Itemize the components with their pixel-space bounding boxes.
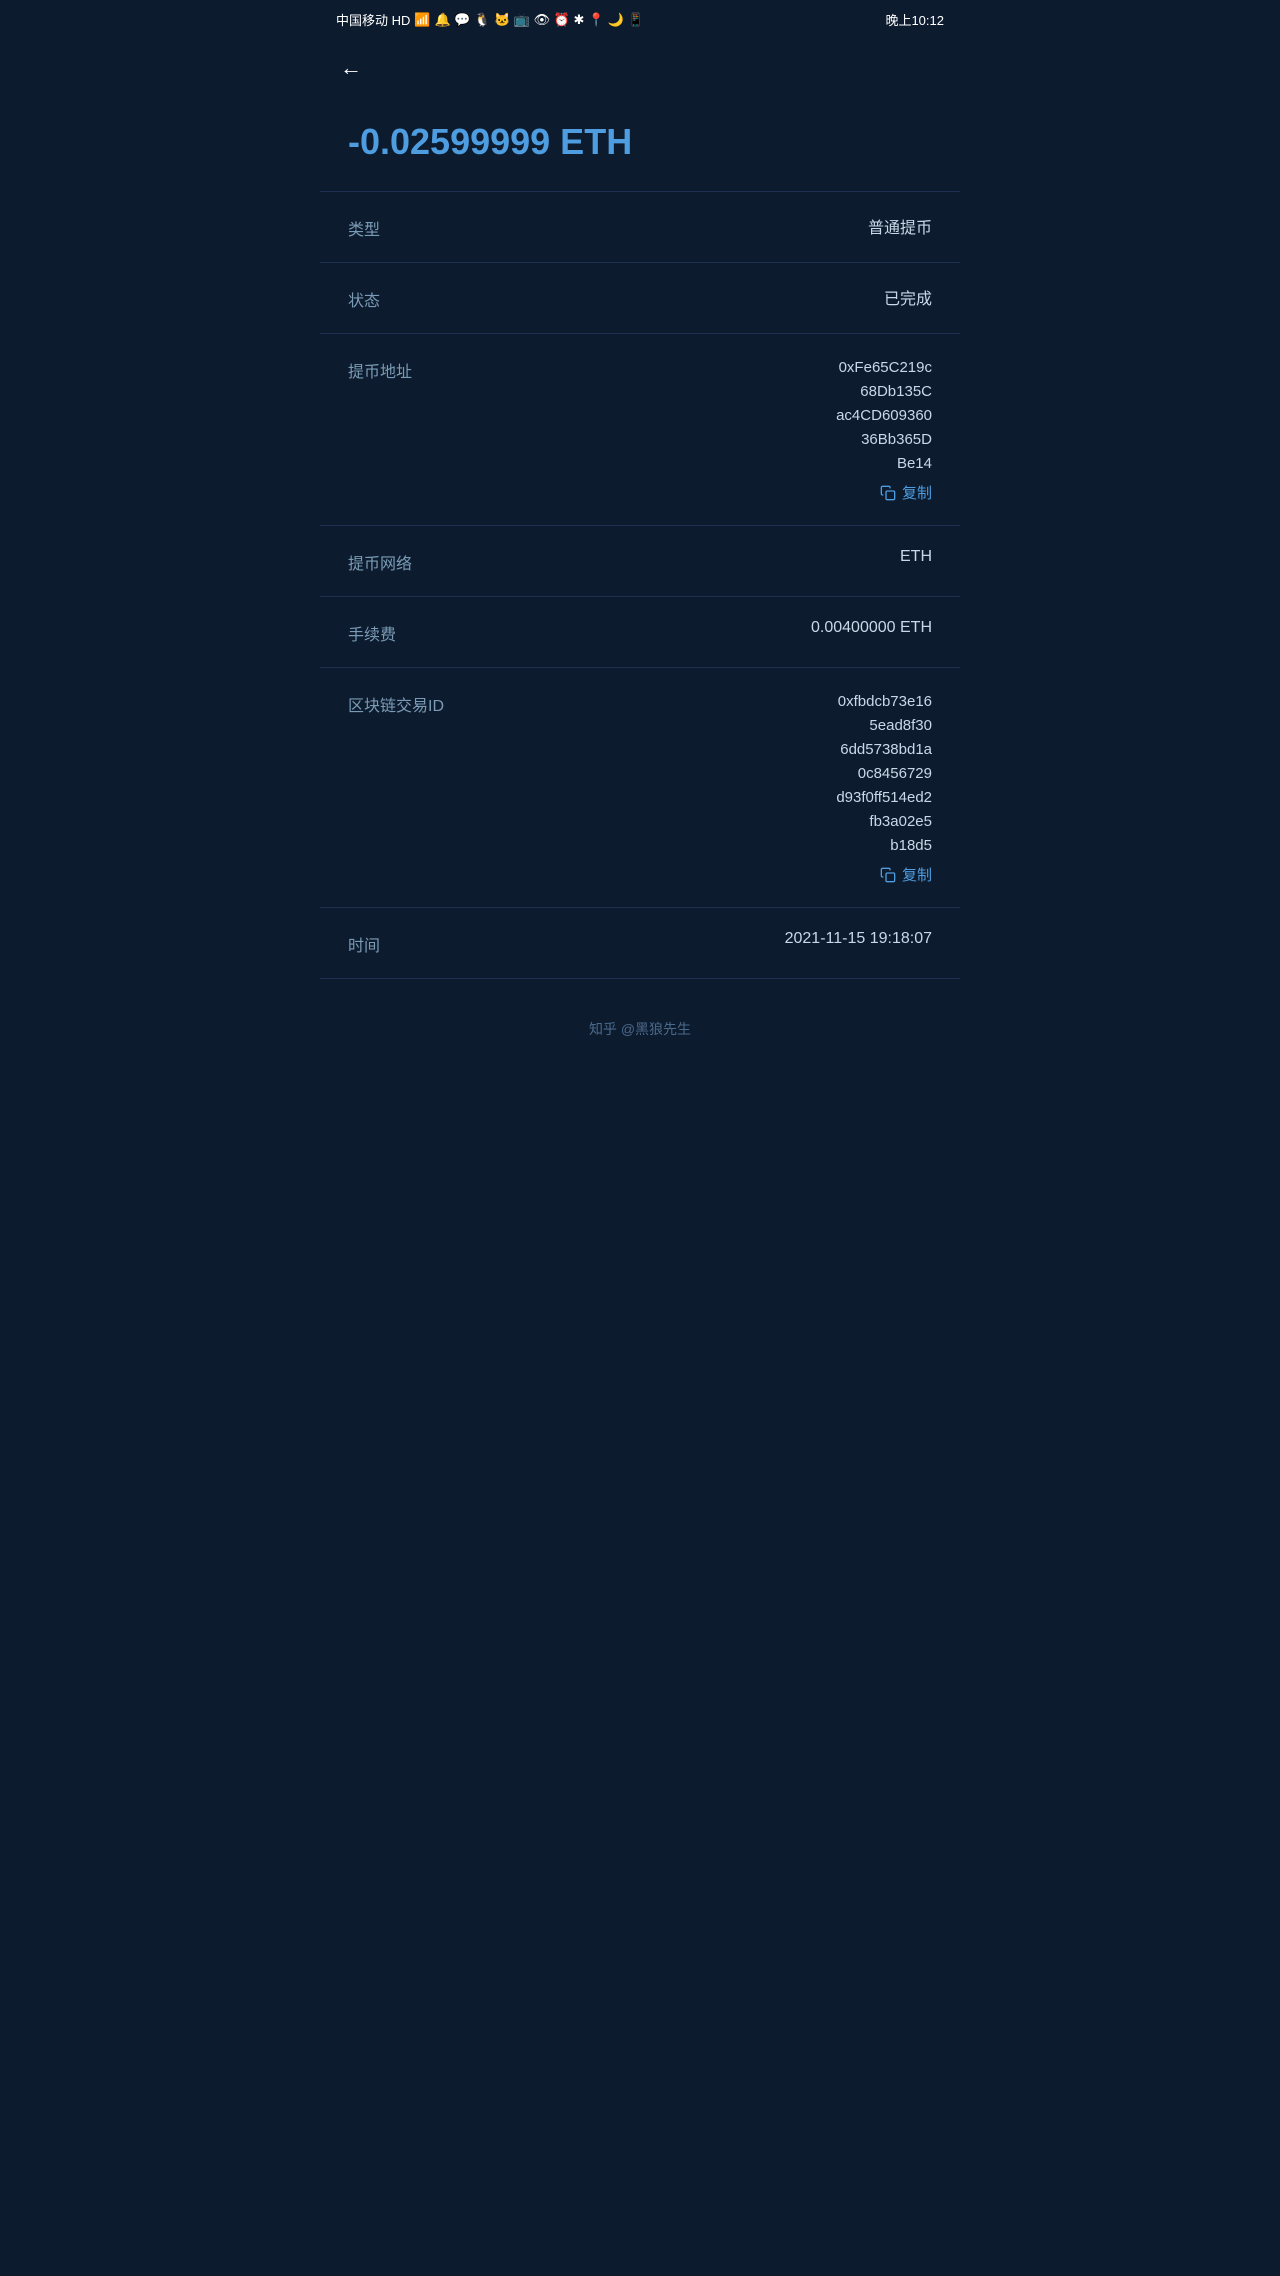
address-row: 提币地址 0xFe65C219c68Db135C ac4CD60936036Bb… — [320, 334, 960, 526]
fee-row: 手续费 0.00400000 ETH — [320, 597, 960, 668]
network-label: 提币网络 — [348, 548, 428, 574]
footer-watermark: 知乎 @黑狼先生 — [320, 979, 960, 1059]
nav-bar: ← — [320, 39, 960, 97]
type-row: 类型 普通提币 — [320, 192, 960, 263]
time-label: 时间 — [348, 930, 428, 956]
time-row: 时间 2021-11-15 19:18:07 — [320, 908, 960, 979]
amount-section: -0.02599999 ETH — [320, 97, 960, 192]
address-copy-button[interactable]: 复制 — [880, 482, 932, 503]
txid-label: 区块链交易ID — [348, 690, 444, 716]
txid-copy-button[interactable]: 复制 — [880, 864, 932, 885]
amount-value: -0.02599999 ETH — [348, 121, 932, 163]
address-copy-label: 复制 — [902, 482, 932, 503]
status-value: 已完成 — [884, 285, 932, 309]
txid-copy-label: 复制 — [902, 864, 932, 885]
status-row: 状态 已完成 — [320, 263, 960, 334]
network-value: ETH — [900, 548, 932, 566]
signal-icons: 📶 — [414, 12, 430, 28]
address-label: 提币地址 — [348, 356, 428, 382]
watermark-text: 知乎 @黑狼先生 — [589, 1021, 691, 1037]
txid-line4: b18d5 — [890, 837, 932, 854]
txid-copy-icon — [880, 867, 896, 883]
fee-value: 0.00400000 ETH — [811, 619, 932, 637]
status-left: 中国移动 HD 📶 🔔 💬 🐧 🐱 📺 👁 ⏰ ✱ 📍 🌙 📱 — [336, 10, 644, 29]
back-button[interactable]: ← — [340, 55, 362, 81]
address-line2: ac4CD60936036Bb365D — [836, 407, 932, 448]
carrier-text: 中国移动 HD — [336, 10, 410, 29]
icons-group: 🔔 💬 🐧 🐱 📺 👁 ⏰ ✱ 📍 🌙 📱 — [435, 12, 644, 28]
txid-value: 0xfbdcb73e165ead8f30 6dd5738bd1a0c845672… — [832, 690, 932, 858]
status-bar: 中国移动 HD 📶 🔔 💬 🐧 🐱 📺 👁 ⏰ ✱ 📍 🌙 📱 晚上10:12 — [320, 0, 960, 39]
status-label: 状态 — [348, 285, 428, 311]
address-line1: 0xFe65C219c68Db135C — [839, 359, 932, 400]
type-label: 类型 — [348, 214, 428, 240]
txid-line3: d93f0ff514ed2fb3a02e5 — [836, 789, 932, 830]
time-value: 2021-11-15 19:18:07 — [785, 930, 932, 948]
txid-line2: 6dd5738bd1a0c8456729 — [840, 741, 932, 782]
txid-right-col: 0xfbdcb73e165ead8f30 6dd5738bd1a0c845672… — [766, 690, 932, 885]
copy-icon — [880, 485, 896, 501]
status-right: 晚上10:12 — [885, 10, 944, 29]
type-value: 普通提币 — [868, 214, 932, 238]
time-display: 晚上10:12 — [885, 13, 944, 28]
address-line3: Be14 — [897, 455, 932, 472]
address-value: 0xFe65C219c68Db135C ac4CD60936036Bb365D … — [832, 356, 932, 476]
fee-label: 手续费 — [348, 619, 428, 645]
txid-row: 区块链交易ID 0xfbdcb73e165ead8f30 6dd5738bd1a… — [320, 668, 960, 908]
address-right-col: 0xFe65C219c68Db135C ac4CD60936036Bb365D … — [765, 356, 932, 503]
txid-line1: 0xfbdcb73e165ead8f30 — [838, 693, 932, 734]
network-row: 提币网络 ETH — [320, 526, 960, 597]
